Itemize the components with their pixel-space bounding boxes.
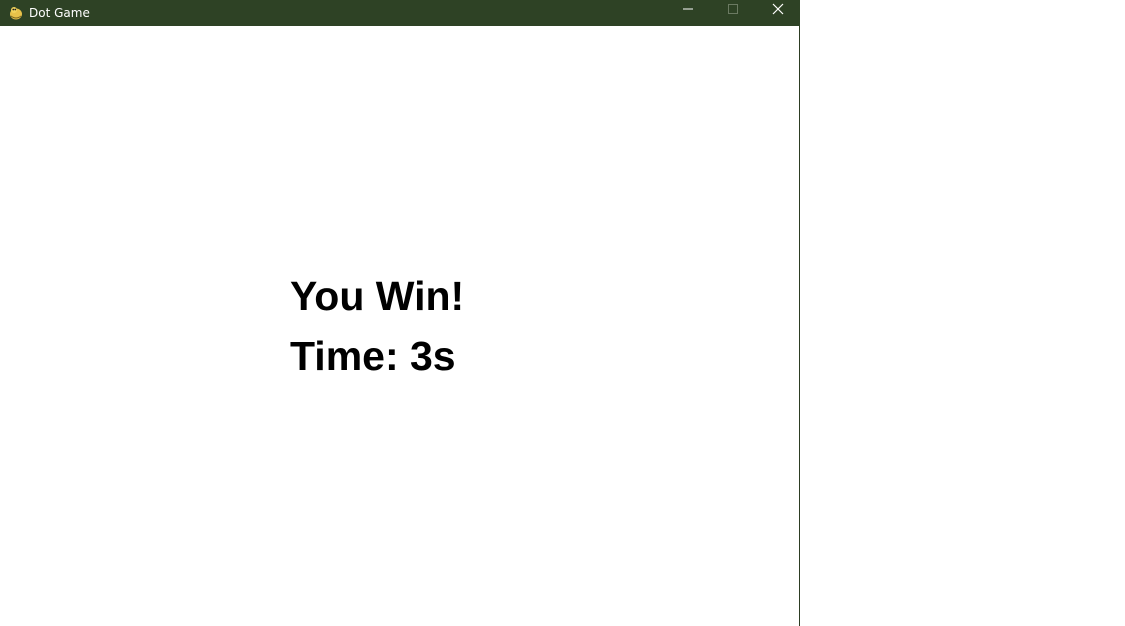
time-display: Time: 3s <box>290 336 456 377</box>
minimize-icon <box>682 2 694 20</box>
close-button[interactable] <box>755 0 800 22</box>
maximize-icon <box>727 2 739 20</box>
win-message: You Win! <box>290 273 465 319</box>
maximize-button[interactable] <box>710 0 755 22</box>
title-bar[interactable]: Dot Game <box>0 0 800 26</box>
time-label: Time: <box>290 333 410 379</box>
window-title: Dot Game <box>29 6 90 20</box>
game-canvas[interactable]: You Win! Time: 3s <box>0 26 799 626</box>
game-window: Dot Game You Win! Time: 3s <box>0 0 800 626</box>
pygame-snake-icon <box>7 4 25 22</box>
time-value: 3s <box>410 333 456 379</box>
close-icon <box>772 2 784 20</box>
window-controls <box>665 0 800 26</box>
minimize-button[interactable] <box>665 0 710 22</box>
